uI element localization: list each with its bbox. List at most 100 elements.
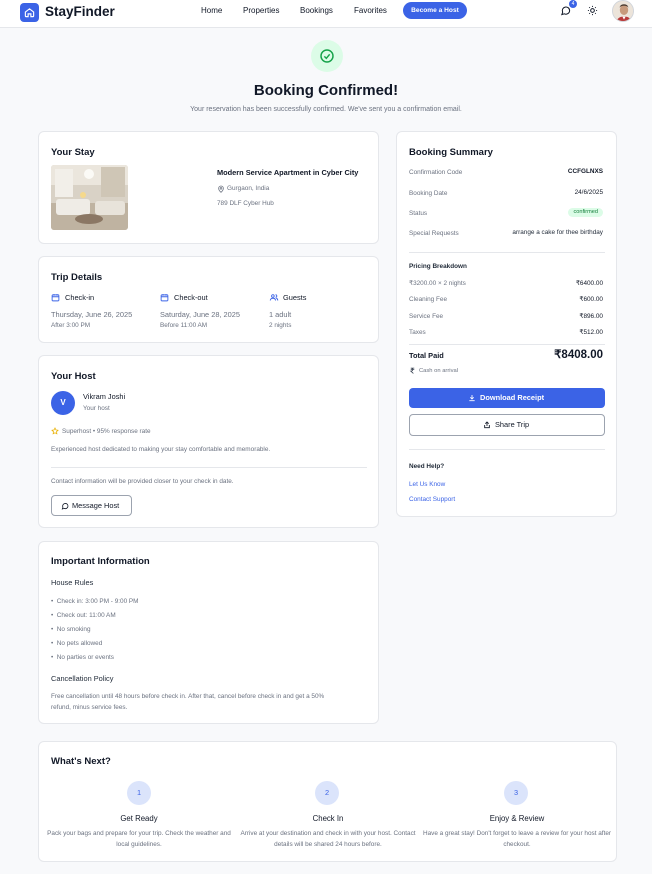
step-title: Enjoy & Review: [489, 814, 545, 823]
whats-next-card: What's Next? 1 Get Ready Pack your bags …: [38, 741, 617, 862]
page-subtitle: Your reservation has been successfully c…: [190, 106, 462, 113]
share-trip-button[interactable]: Share Trip: [409, 414, 605, 436]
host-divider: [51, 467, 367, 468]
special-requests-label: Special Requests: [409, 230, 459, 237]
host-bio: Experienced host dedicated to making you…: [51, 446, 271, 453]
page-title: Booking Confirmed!: [253, 82, 399, 99]
help-divider: [409, 449, 605, 450]
step-number: 2: [315, 781, 339, 805]
property-location: Gurgaon, India: [227, 185, 270, 192]
booking-summary-card: Booking Summary Confirmation Code CCFGLN…: [396, 131, 617, 517]
cancellation-policy-text: Free cancellation until 48 hours before …: [51, 693, 325, 700]
superhost-status: Superhost • 95% response rate: [62, 428, 151, 435]
success-check-icon: [311, 40, 343, 72]
your-host-card: Your Host V Vikram Joshi Your host Super…: [38, 355, 379, 528]
total-paid-value: ₹8408.00: [554, 349, 603, 361]
price-line-value: ₹896.00: [579, 313, 603, 320]
your-host-heading: Your Host: [51, 371, 96, 382]
theme-toggle-icon[interactable]: [587, 5, 598, 16]
step-title: Check In: [312, 814, 344, 823]
checkout-time: Before 11:00 AM: [160, 322, 208, 329]
total-divider: [409, 344, 605, 345]
trip-details-heading: Trip Details: [51, 272, 103, 283]
notification-count-badge: 4: [569, 0, 577, 8]
host-contact-note: Contact information will be provided clo…: [51, 478, 234, 485]
step-number: 1: [127, 781, 151, 805]
step-description: Have a great stay! Don't forget to leave…: [422, 830, 612, 848]
nights-count: 2 nights: [269, 322, 292, 329]
rule-item: • No pets allowed: [51, 640, 103, 647]
guests-label: Guests: [283, 293, 307, 302]
booking-date-label: Booking Date: [409, 190, 448, 197]
summary-divider: [409, 252, 605, 253]
let-us-know-link[interactable]: Let Us Know: [409, 481, 445, 489]
checkin-date: Thursday, June 26, 2025: [51, 310, 133, 319]
booking-date-value: 24/6/2025: [574, 189, 603, 196]
your-stay-card: Your Stay Modern Service Apartment in Cy…: [38, 131, 379, 244]
home-logo-icon[interactable]: [20, 3, 39, 22]
become-host-button[interactable]: Become a Host: [403, 2, 467, 19]
price-line-label: Taxes: [409, 329, 426, 336]
top-navbar: StayFinder Home Properties Bookings Favo…: [0, 0, 652, 28]
contact-support-link[interactable]: Contact Support: [409, 496, 455, 504]
guests-icon: [269, 294, 279, 301]
pricing-breakdown-heading: Pricing Breakdown: [409, 263, 467, 270]
your-stay-heading: Your Stay: [51, 147, 95, 158]
checkout-label: Check-out: [174, 293, 208, 302]
important-info-heading: Important Information: [51, 556, 150, 567]
total-paid-label: Total Paid: [409, 351, 444, 360]
host-role: Your host: [83, 405, 110, 412]
brand-name[interactable]: StayFinder: [45, 4, 115, 20]
payment-method: Cash on arrival: [419, 368, 458, 374]
download-icon: [469, 395, 475, 402]
whats-next-heading: What's Next?: [51, 756, 111, 767]
price-line-value: ₹600.00: [579, 296, 603, 303]
nav-bookings-link[interactable]: Bookings: [300, 6, 333, 16]
trip-details-card: Trip Details Check-in Thursday, June 26,…: [38, 256, 379, 343]
guests-count: 1 adult: [269, 310, 292, 319]
cancellation-policy-text: refund, minus service fees.: [51, 704, 128, 711]
status-badge: confirmed: [568, 208, 603, 217]
calendar-icon: [160, 294, 169, 302]
checkin-label: Check-in: [65, 293, 95, 302]
booking-summary-heading: Booking Summary: [409, 147, 493, 158]
price-line-label: Cleaning Fee: [409, 296, 448, 303]
step-description: Pack your bags and prepare for your trip…: [47, 830, 231, 848]
cancellation-policy-heading: Cancellation Policy: [51, 674, 114, 683]
nav-favorites-link[interactable]: Favorites: [354, 6, 387, 16]
checkin-time: After 3:00 PM: [51, 322, 91, 329]
status-label: Status: [409, 210, 428, 217]
download-receipt-button[interactable]: Download Receipt: [409, 388, 605, 408]
host-name[interactable]: Vikram Joshi: [83, 392, 125, 402]
important-info-card: Important Information House Rules • Chec…: [38, 541, 379, 724]
location-pin-icon: [218, 185, 224, 193]
rule-item: • Check out: 11:00 AM: [51, 612, 116, 619]
message-host-button[interactable]: Message Host: [51, 495, 132, 516]
property-name[interactable]: Modern Service Apartment in Cyber City: [217, 168, 358, 178]
property-address: 789 DLF Cyber Hub: [217, 200, 274, 207]
step-title: Get Ready: [120, 814, 158, 823]
confirmation-code-value: CCFGLNXS: [567, 168, 603, 175]
rule-item: • Check in: 3:00 PM - 9:00 PM: [51, 598, 139, 605]
share-icon: [484, 421, 490, 429]
checkout-date: Saturday, June 28, 2025: [160, 310, 240, 319]
property-photo[interactable]: [51, 165, 128, 230]
step-number: 3: [504, 781, 528, 805]
step-description: Arrive at your destination and check in …: [240, 830, 416, 848]
share-trip-label: Share Trip: [495, 420, 530, 429]
rule-item: • No smoking: [51, 626, 91, 633]
need-help-heading: Need Help?: [409, 463, 445, 470]
star-icon: [51, 427, 59, 435]
confirmation-code-label: Confirmation Code: [409, 169, 463, 176]
price-line-value: ₹512.00: [579, 329, 603, 336]
host-avatar[interactable]: V: [51, 391, 75, 415]
cash-icon: [409, 367, 415, 374]
download-receipt-label: Download Receipt: [480, 393, 545, 402]
user-avatar[interactable]: [612, 0, 634, 22]
calendar-icon: [51, 294, 60, 302]
nav-home-link[interactable]: Home: [201, 6, 222, 16]
special-requests-value: arrange a cake for thee birthday: [512, 229, 603, 236]
price-line-label: Service Fee: [409, 313, 444, 320]
nav-properties-link[interactable]: Properties: [243, 6, 279, 16]
price-line-value: ₹6400.00: [575, 280, 603, 287]
